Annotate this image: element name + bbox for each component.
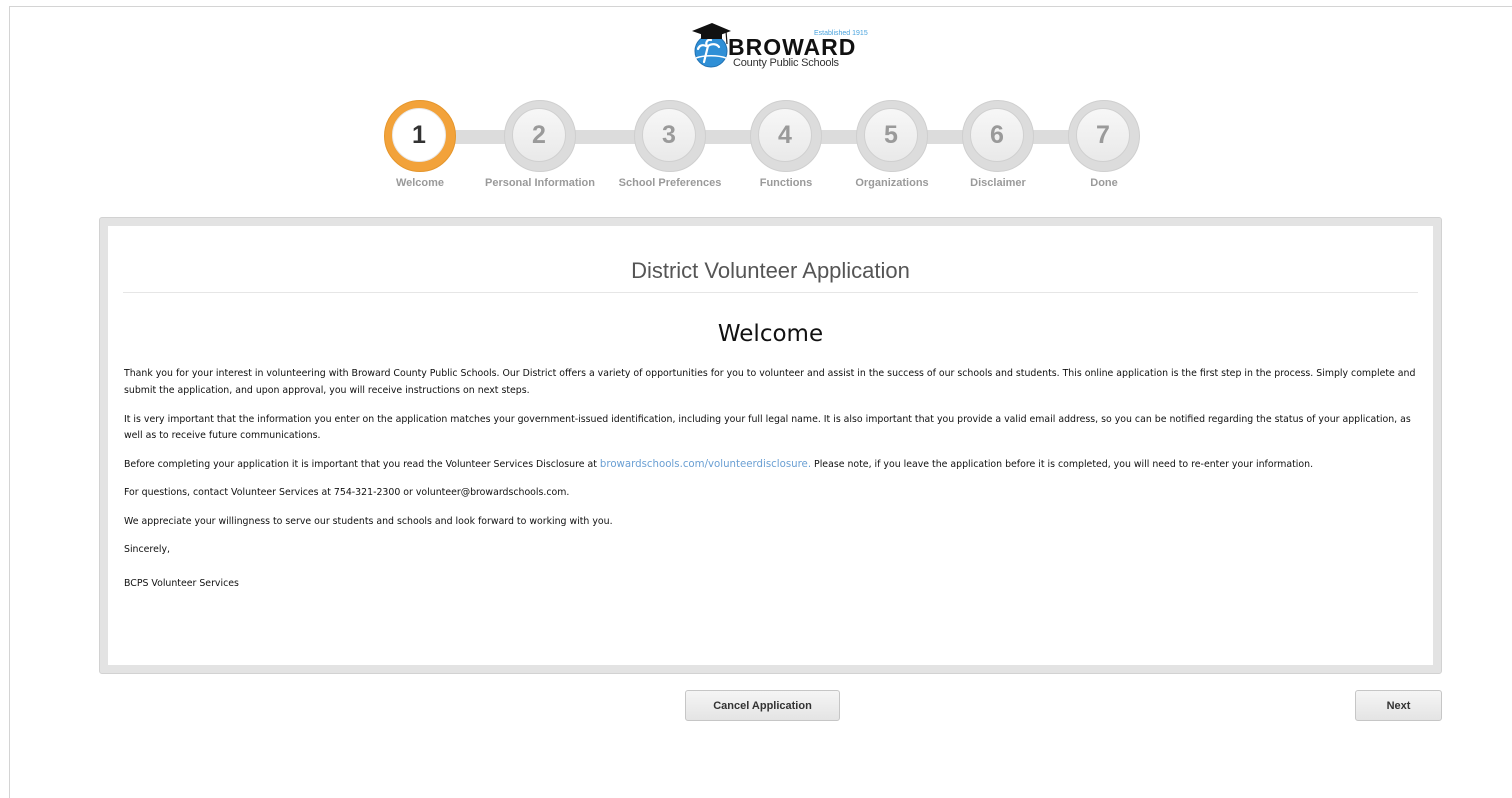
progress-steps: 1 Welcome 2 Personal Information 3 School Pre… [0, 0, 1512, 200]
welcome-text: Thank you for your interest in volunteer… [124, 366, 1420, 605]
welcome-heading: Welcome [717, 321, 824, 347]
disclosure-text-before: Before completing your application it is… [124, 458, 600, 470]
step-3: 3 [634, 100, 706, 172]
next-button[interactable]: Next [1355, 690, 1442, 721]
step-number: 1 [392, 108, 446, 162]
step-label: Done [1090, 177, 1118, 189]
step-4: 4 [750, 100, 822, 172]
paragraph-disclosure: Before completing your application it is… [124, 457, 1420, 474]
signature-text: BCPS Volunteer Services [124, 577, 239, 589]
paragraph-intro: Thank you for your interest in volunteer… [124, 368, 1416, 396]
step-label: Welcome [395, 177, 445, 189]
step-5: 5 [856, 100, 928, 172]
title-divider [123, 292, 1418, 293]
closing-text: Sincerely, [124, 544, 170, 556]
page-title: District Volunteer Application [631, 258, 910, 283]
paragraph-identification: It is very important that the informatio… [124, 413, 1411, 442]
panel-content: District Volunteer Application Welcome T… [108, 226, 1433, 665]
step-number: 4 [758, 108, 812, 162]
application-panel: District Volunteer Application Welcome T… [99, 217, 1442, 674]
step-1: 1 [384, 100, 456, 172]
disclosure-link[interactable]: browardschools.com/volunteerdisclosure. [600, 459, 811, 470]
step-6: 6 [962, 100, 1034, 172]
step-number: 7 [1076, 108, 1130, 162]
disclosure-text-after: Please note, if you leave the applicatio… [811, 458, 1314, 470]
paragraph-contact: For questions, contact Volunteer Service… [124, 487, 570, 499]
step-7: 7 [1068, 100, 1140, 172]
step-label: Personal Information [484, 177, 596, 189]
step-number: 5 [864, 108, 918, 162]
step-number: 2 [512, 108, 566, 162]
step-number: 3 [642, 108, 696, 162]
step-2: 2 [504, 100, 576, 172]
paragraph-appreciation: We appreciate your willingness to serve … [124, 515, 613, 527]
step-number: 6 [970, 108, 1024, 162]
cancel-application-button[interactable]: Cancel Application [685, 690, 840, 721]
